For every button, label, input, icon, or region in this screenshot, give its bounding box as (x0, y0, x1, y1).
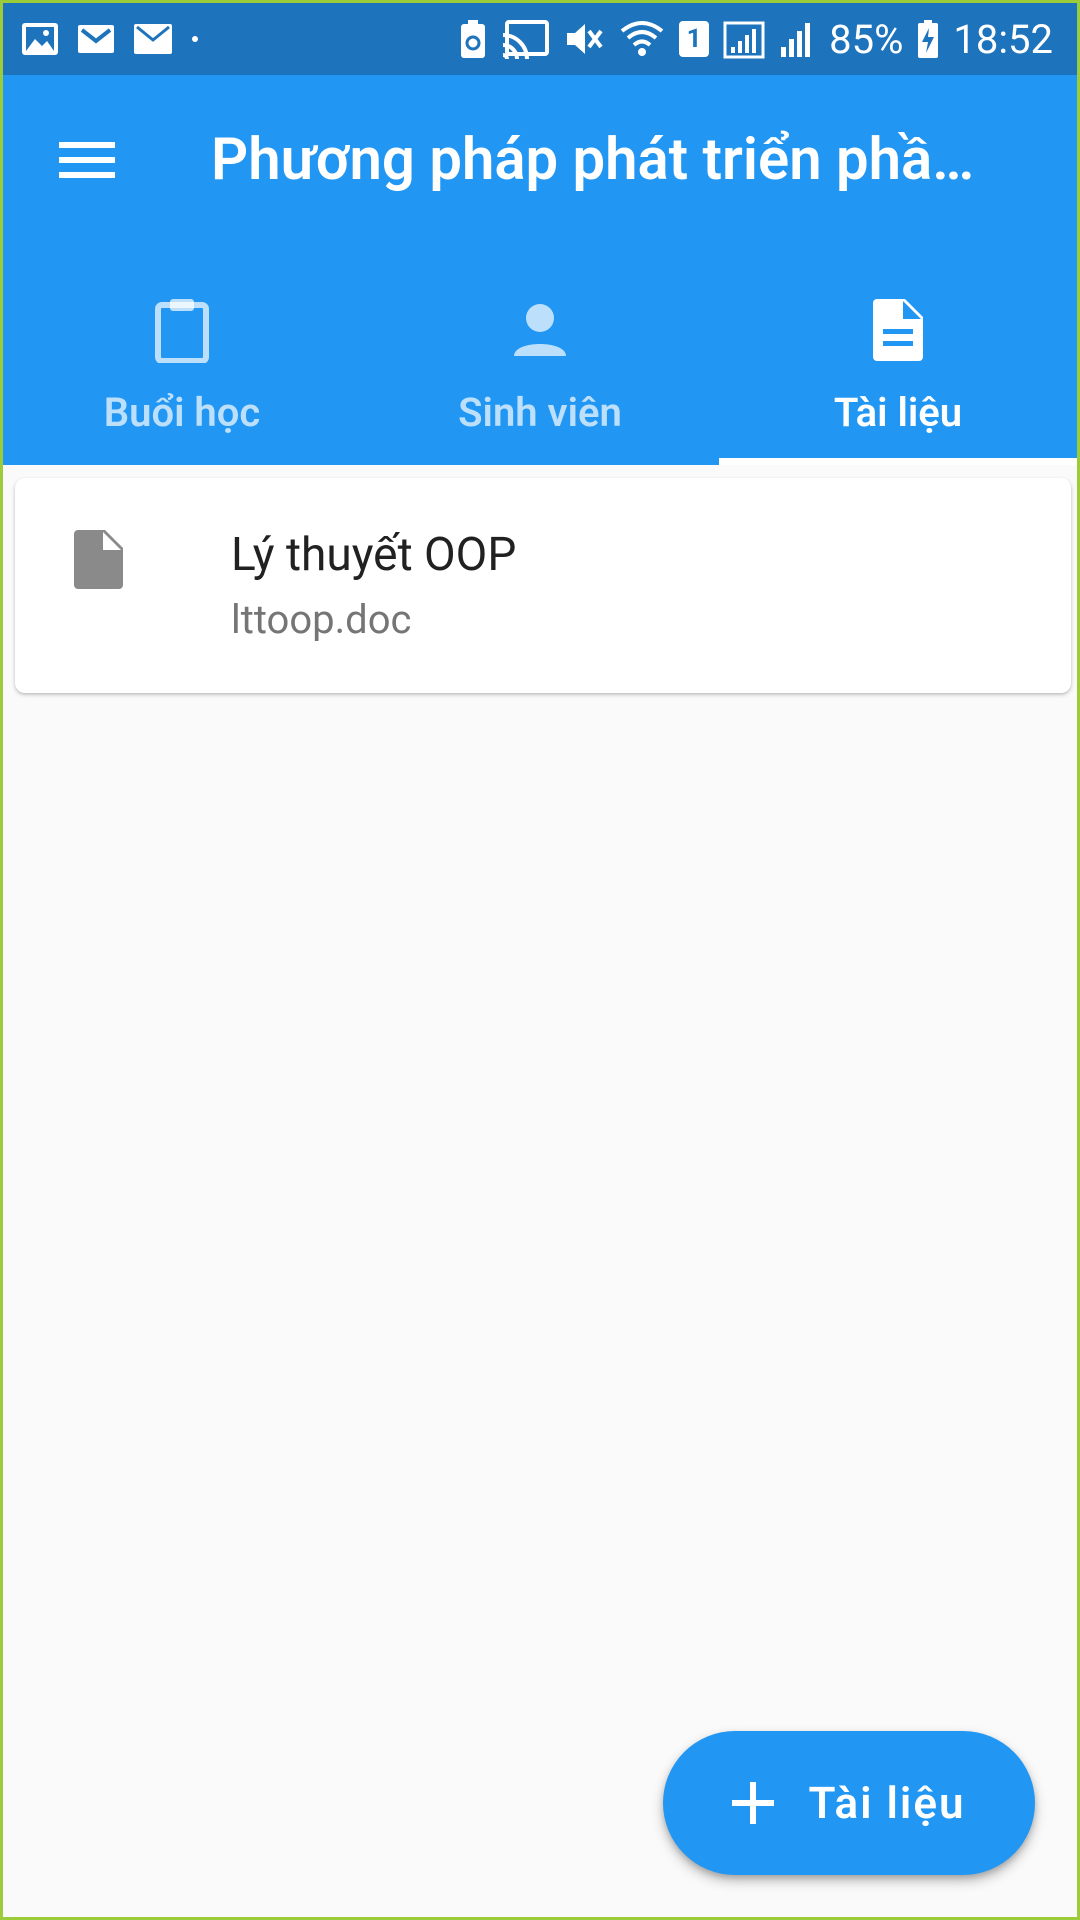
tab-label: Sinh viên (458, 389, 622, 436)
tab-label: Buổi học (103, 389, 261, 436)
sim-slot-badge: 1 (679, 21, 710, 57)
status-bar: 1 85% 18:52 (3, 3, 1077, 75)
cast-icon (502, 20, 550, 59)
battery-percentage: 85% (829, 15, 904, 63)
vibrate-mute-icon (567, 24, 603, 54)
tab-documents[interactable]: Tài liệu (719, 245, 1077, 465)
app-bar: Phương pháp phát triển phầ… Buổi học Sin… (3, 75, 1077, 465)
person-icon (514, 304, 566, 356)
add-document-button[interactable]: Tài liệu (663, 1731, 1035, 1875)
document-item-icon-wrap (73, 528, 127, 594)
menu-button[interactable] (43, 116, 131, 204)
signal-1-icon (723, 21, 765, 59)
add-document-label: Tài liệu (808, 1777, 966, 1829)
clipboard-icon (155, 299, 209, 363)
tab-label: Tài liệu (833, 389, 963, 436)
hamburger-menu-icon (59, 142, 115, 178)
status-bar-system: 1 85% 18:52 (445, 16, 1053, 63)
document-card[interactable]: Lý thuyết OOP lttoop.doc (15, 478, 1071, 693)
document-filename: lttoop.doc (231, 596, 412, 643)
battery-charging-icon (918, 20, 939, 58)
tab-students[interactable]: Sinh viên (361, 245, 719, 465)
more-notifications-icon (192, 36, 198, 42)
clock: 18:52 (953, 15, 1053, 63)
signal-2-icon (781, 23, 811, 57)
file-icon (74, 530, 123, 589)
page-title: Phương pháp phát triển phầ… (211, 126, 975, 194)
battery-saver-icon (461, 20, 486, 58)
wifi-icon (620, 21, 664, 56)
gallery-icon (22, 23, 58, 55)
plus-icon (732, 1782, 775, 1824)
mail-filled-icon (134, 24, 172, 54)
status-bar-notifications (21, 22, 217, 56)
mail-icon (78, 25, 114, 53)
toolbar: Phương pháp phát triển phầ… (3, 75, 1077, 245)
tab-bar: Buổi học Sinh viên Tài liệu (3, 245, 1077, 465)
document-title: Lý thuyết OOP (231, 528, 517, 582)
tab-sessions[interactable]: Buổi học (3, 245, 361, 465)
document-icon (873, 299, 923, 361)
